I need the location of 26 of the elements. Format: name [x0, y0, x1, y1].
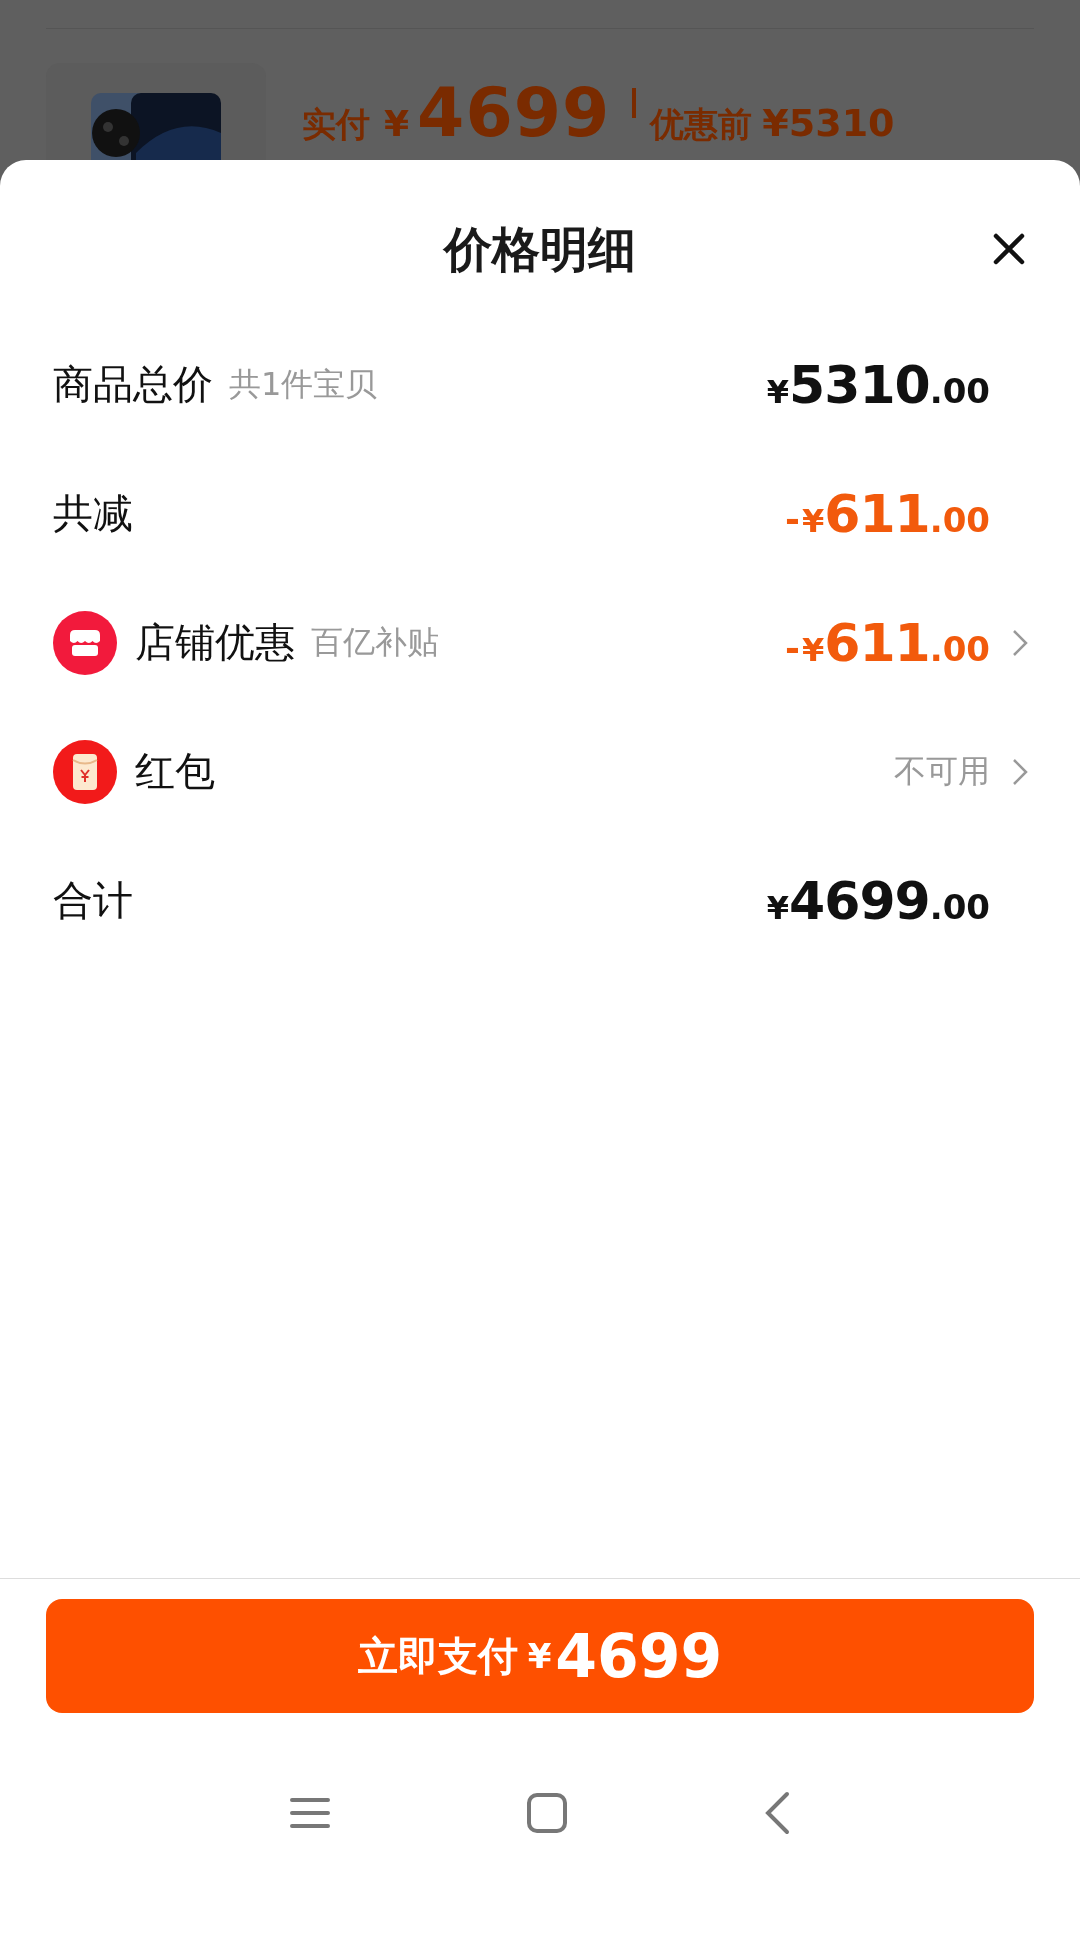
- chevron-right-icon[interactable]: [1012, 757, 1028, 786]
- paid-label: 实付: [302, 103, 370, 146]
- paid-price: 4699: [417, 73, 611, 152]
- row-label: 商品总价: [53, 360, 213, 409]
- amount: ¥4699.00: [765, 870, 990, 931]
- pay-button[interactable]: 立即支付 ¥4699: [46, 1599, 1034, 1713]
- row-label: 店铺优惠: [135, 618, 295, 667]
- home-icon[interactable]: [526, 1792, 568, 1834]
- row-label: 共减: [53, 489, 133, 538]
- envelope-icon: [53, 739, 117, 804]
- chevron-right-icon[interactable]: [1012, 628, 1028, 657]
- back-icon[interactable]: [764, 1791, 790, 1835]
- amount: -¥611.00: [785, 612, 990, 673]
- status-text: 不可用: [894, 750, 990, 792]
- row-label: 合计: [53, 876, 133, 925]
- row-note: 共1件宝贝: [229, 363, 378, 405]
- row-label: 红包: [135, 747, 215, 796]
- amount: ¥5310.00: [765, 354, 990, 415]
- menu-icon[interactable]: [290, 1796, 330, 1830]
- row-note: 百亿补贴: [311, 621, 439, 663]
- store-icon: [53, 610, 117, 675]
- currency-sign: ¥: [384, 103, 410, 144]
- original-price-label: 优惠前: [650, 103, 753, 146]
- sheet-title: 价格明细: [444, 220, 636, 279]
- original-price: ¥5310: [762, 101, 895, 145]
- amount: -¥611.00: [785, 483, 990, 544]
